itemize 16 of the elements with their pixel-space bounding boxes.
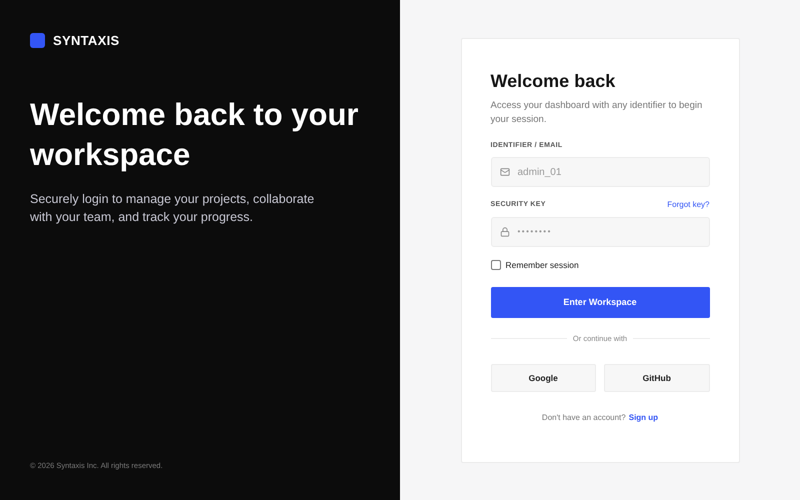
provider-button[interactable]: GitHub (604, 364, 710, 392)
hero-subtitle: Securely login to manage your projects, collaborate with your team, and track your progress. (30, 190, 316, 226)
card-subtitle: Access your dashboard with any identifier to begin your session. (490, 98, 704, 126)
mail-icon (500, 167, 510, 177)
remember-label: Remember session (506, 259, 579, 272)
brand-name: SYNTAXIS (53, 32, 120, 50)
forgot-key-link[interactable]: Forgot key? (667, 199, 710, 211)
enter-workspace-button[interactable]: Enter Workspace (490, 286, 710, 318)
signup-prompt: Don't have an account? (542, 412, 626, 424)
provider-button[interactable]: Google (490, 364, 596, 392)
logo-icon (30, 33, 45, 48)
lock-icon (500, 227, 510, 237)
remember-checkbox[interactable] (490, 260, 500, 270)
hero-title: Welcome back to your workspace (30, 96, 360, 174)
signup-link[interactable]: Sign up (628, 412, 658, 424)
card-title: Welcome back (490, 70, 616, 92)
